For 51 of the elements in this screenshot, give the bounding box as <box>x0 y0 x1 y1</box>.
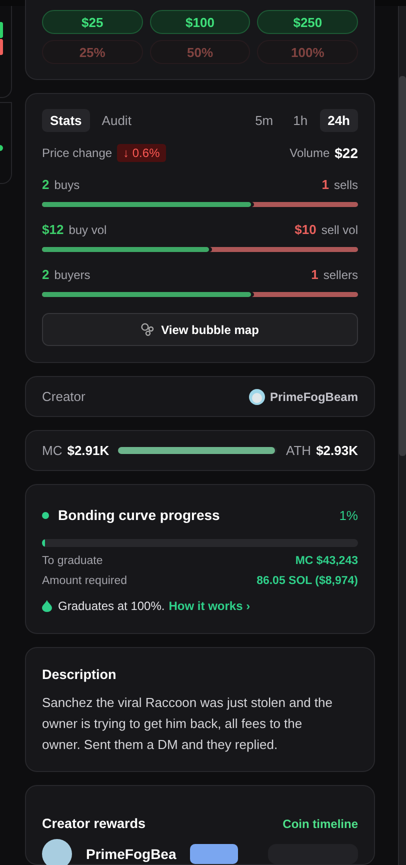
amount-button[interactable]: $250 <box>257 10 358 34</box>
coin-timeline-link[interactable]: Coin timeline <box>282 816 358 830</box>
amount-button[interactable]: $25 <box>42 10 143 34</box>
bubbles-icon <box>141 323 154 336</box>
creator-name: PrimeFogBea <box>86 846 176 862</box>
info-value: MC $43,243 <box>295 555 358 567</box>
rewards-title: Creator rewards <box>42 816 146 831</box>
sell-label: sells <box>334 178 358 192</box>
avatar-icon <box>248 388 265 404</box>
buy-value: $12 <box>42 222 64 237</box>
info-label: Amount required <box>42 575 128 587</box>
timeframe-tab[interactable]: 24h <box>320 109 358 132</box>
bubble-map-button[interactable]: View bubble map <box>42 313 358 346</box>
sell-label: sell vol <box>321 222 358 236</box>
status-dot <box>42 512 49 518</box>
amount-button[interactable]: $100 <box>150 10 250 34</box>
bonding-percent: 1% <box>339 508 358 522</box>
sell-value: $10 <box>294 222 316 237</box>
creator-label: Creator <box>42 389 86 404</box>
mc-label: MC <box>42 443 62 458</box>
badge <box>190 844 238 864</box>
how-it-works-link[interactable]: How it works › <box>168 599 250 613</box>
buy-label: buy vol <box>68 222 107 236</box>
scrollbar-thumb[interactable] <box>399 76 406 456</box>
description-text: Sanchez the viral Raccoon was just stolen and the owner is trying to get him back, all fees to the owner. Sent them a DM and they replied. <box>42 694 334 754</box>
volume-value: $22 <box>334 145 358 161</box>
graduate-note: Graduates at 100%. <box>58 599 165 613</box>
tab[interactable]: Audit <box>94 109 140 132</box>
buy-label: buys <box>54 178 80 192</box>
flame-icon <box>42 600 52 612</box>
price-change-badge: ↓ 0.6% <box>117 144 166 162</box>
sell-value: 1 <box>322 177 329 192</box>
buy-value: 2 <box>42 267 50 282</box>
timeframe-tab[interactable]: 5m <box>247 109 282 132</box>
info-label: To graduate <box>42 555 103 567</box>
info-value: 86.05 SOL ($8,974) <box>256 575 358 587</box>
sell-label: sellers <box>323 268 358 282</box>
buy-value: 2 <box>42 177 50 192</box>
tab[interactable]: Stats <box>42 109 90 132</box>
sell-value: 1 <box>311 267 318 282</box>
buy-label: buyers <box>54 268 90 282</box>
price-change-label: Price change <box>42 146 112 160</box>
avatar <box>42 839 72 865</box>
ath-value: $2.93K <box>316 443 358 458</box>
bonding-title: Bonding curve progress <box>58 507 220 523</box>
mc-value: $2.91K <box>67 443 110 458</box>
creator-link[interactable]: PrimeFogBeam <box>270 390 358 404</box>
volume-label: Volume <box>290 146 330 160</box>
ath-label: ATH <box>286 443 312 458</box>
description-title: Description <box>42 667 116 682</box>
timeframe-tab[interactable]: 1h <box>285 109 316 132</box>
